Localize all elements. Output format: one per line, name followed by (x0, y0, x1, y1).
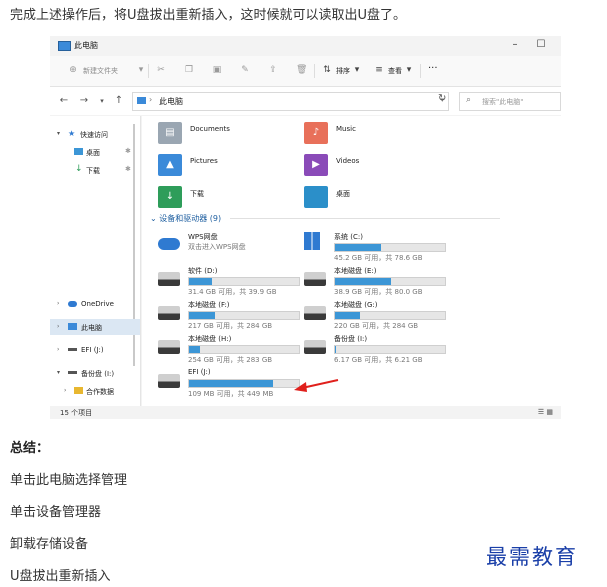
arrow-head (294, 382, 307, 392)
arrow-shaft (301, 379, 339, 389)
summary-step: 卸载存储设备 (10, 537, 89, 552)
summary-step: 单击此电脑选择管理 (10, 473, 128, 488)
intro-text: 完成上述操作后，将U盘拔出重新插入，这时候就可以读取出U盘了。 (10, 8, 407, 23)
summary-step: U盘拔出重新插入 (10, 569, 111, 584)
red-arrow-annotation (294, 379, 339, 392)
file-explorer-screenshot: 此电脑 – ☐ ⊕ 新建文件夹 ▾ ✂ ❐ ▣ ✎ ⇪ 🗑 ⇅ 排序 ▾ ≡ 查… (50, 36, 561, 419)
summary-step: 单击设备管理器 (10, 505, 102, 520)
summary-title: 总结： (10, 441, 50, 456)
watermark: 最需教育 (486, 545, 578, 569)
